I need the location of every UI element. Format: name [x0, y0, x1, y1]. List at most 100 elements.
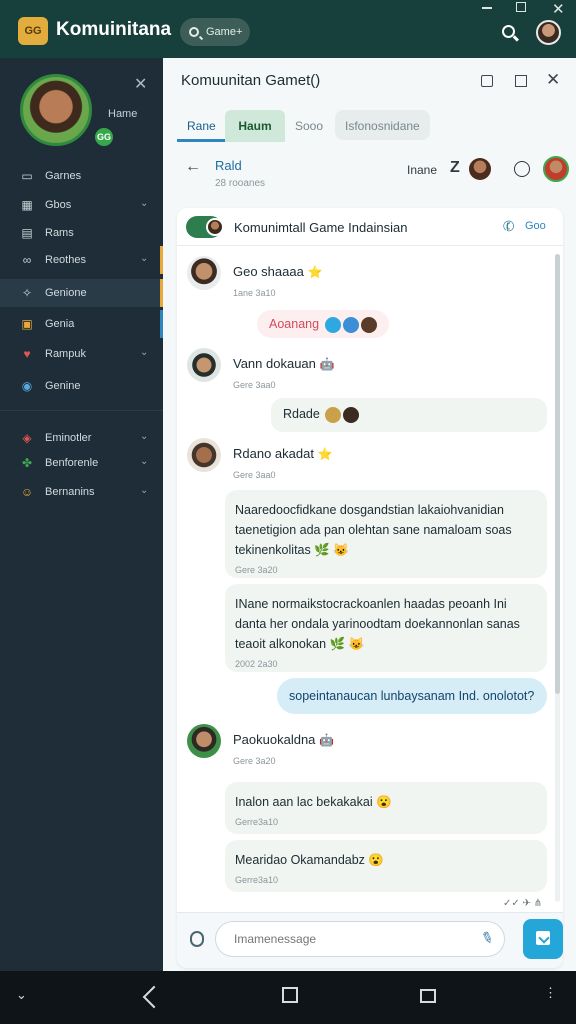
- recent-apps-icon[interactable]: [420, 989, 436, 1003]
- back-nav-icon[interactable]: [142, 985, 166, 1009]
- sender-name: Paokuokaldna: [233, 732, 316, 747]
- message-input[interactable]: [215, 921, 505, 957]
- message-time: 2002 2a30: [235, 659, 278, 669]
- group-call-label[interactable]: Goo: [525, 220, 546, 232]
- search-icon[interactable]: [502, 25, 515, 38]
- heart-icon: ♥: [23, 347, 31, 361]
- avatar[interactable]: [187, 348, 221, 382]
- member-avatar[interactable]: [469, 158, 491, 180]
- message-time: Gere 3aa0: [233, 380, 276, 390]
- emoji-icon[interactable]: [514, 161, 530, 177]
- header-letter[interactable]: Z: [450, 159, 460, 177]
- divider: [0, 410, 163, 411]
- sidebar-item-rams[interactable]: ▤ Rams: [0, 219, 163, 247]
- gamepad-icon: ▭: [21, 169, 33, 183]
- close-button[interactable]: ✕: [552, 0, 565, 18]
- message-sender: Vann dokauan 🤖: [233, 356, 334, 371]
- header-label[interactable]: Inane: [407, 163, 437, 177]
- title-bar: GG Komuinitana Game+ ✕: [0, 0, 576, 58]
- app-title: Komuinitana: [56, 19, 172, 40]
- avatar[interactable]: [187, 724, 221, 758]
- keyboard-icon[interactable]: ⌄: [16, 987, 27, 1003]
- window-minimize-button[interactable]: [481, 75, 493, 87]
- group-name: Komunimtall Game Indainsian: [234, 220, 408, 235]
- chat-header: ← Rald 28 rooanes Inane Z: [177, 148, 575, 202]
- scrollbar-thumb[interactable]: [555, 254, 560, 694]
- sidebar-item-genine[interactable]: ◉ Genine: [0, 372, 163, 400]
- message-time: 1ane 3a10: [233, 288, 276, 298]
- search-icon: [189, 27, 199, 37]
- back-arrow-icon[interactable]: ←: [185, 158, 201, 176]
- system-nav-bar: ⌄ ⋮: [0, 971, 576, 1024]
- message-sender: Paokuokaldna 🤖: [233, 732, 334, 747]
- chat-window: Komuunitan Gamet() ✕ Rane Haum Sooo Isfo…: [163, 58, 576, 971]
- chip-label: Aoanang: [269, 317, 320, 331]
- send-button[interactable]: [523, 919, 563, 959]
- sidebar-item-garnes[interactable]: ▭ Garnes: [0, 162, 163, 190]
- sidebar-item-label: Bernanins: [45, 486, 95, 498]
- search-chip[interactable]: Game+: [180, 18, 250, 46]
- tab-sooo[interactable]: Sooo: [285, 110, 333, 142]
- avatar[interactable]: [187, 256, 221, 290]
- chevron-down-icon: ⌄: [140, 456, 149, 467]
- chat-area: Komunimtall Game Indainsian ✆ Goo Geo sh…: [177, 208, 563, 968]
- sidebar-item-label: Benforenle: [45, 457, 99, 469]
- sidebar-item-genia[interactable]: ▣ Genia: [0, 310, 163, 338]
- scrollbar[interactable]: [555, 254, 560, 902]
- reaction-avatar: [325, 406, 342, 423]
- sidebar-item-reothes[interactable]: ∞ Reothes ⌄: [0, 246, 163, 274]
- composer: ✎: [177, 912, 563, 968]
- sidebar-item-bernanins[interactable]: ☺ Bernanins ⌄: [0, 478, 163, 506]
- online-badge: GG: [95, 128, 113, 146]
- sender-name: Vann dokauan: [233, 356, 316, 371]
- sidebar-item-gbos[interactable]: ▦ Gbos ⌄: [0, 191, 163, 219]
- message-bubble[interactable]: Mearidao Okamandabz 😮 Gerre3a10: [225, 840, 547, 892]
- sidebar-close-icon[interactable]: ✕: [134, 74, 147, 94]
- chevron-down-icon: ⌄: [140, 198, 149, 209]
- sidebar-item-label: Rampuk: [45, 348, 86, 360]
- robot-icon: 🤖: [319, 733, 334, 747]
- mask-icon: ◈: [22, 431, 32, 445]
- sidebar-item-label: Genine: [45, 380, 81, 392]
- attach-icon[interactable]: [190, 931, 204, 947]
- message-text: Mearidao Okamandabz 😮: [235, 853, 384, 867]
- profile-avatar[interactable]: [20, 74, 92, 146]
- tab-haum[interactable]: Haum: [225, 110, 285, 142]
- menu-icon[interactable]: ⋮: [544, 985, 557, 1001]
- sidebar-item-eminotler[interactable]: ◈ Eminotler ⌄: [0, 424, 163, 452]
- message-bubble[interactable]: Rdade: [271, 398, 547, 432]
- minimize-button[interactable]: [482, 7, 492, 9]
- home-nav-icon[interactable]: [282, 987, 298, 1003]
- phone-icon[interactable]: ✆: [500, 217, 517, 237]
- sidebar-item-label: Gbos: [45, 199, 72, 211]
- reaction-chip[interactable]: Aoanang: [257, 310, 389, 338]
- chevron-down-icon: ⌄: [140, 253, 149, 264]
- avatar[interactable]: [187, 438, 221, 472]
- message-bubble[interactable]: INane normaikstocrackoanlen haadas peoan…: [225, 584, 547, 672]
- sender-name: Rdano akadat: [233, 446, 314, 461]
- clover-icon: ✤: [21, 456, 33, 470]
- sidebar-item-genione[interactable]: ✧ Genione: [0, 279, 163, 307]
- tab-rane[interactable]: Rane: [177, 110, 226, 142]
- sidebar-item-rampuk[interactable]: ♥ Rampuk ⌄: [0, 340, 163, 368]
- chevron-down-icon: ⌄: [140, 485, 149, 496]
- sidebar-item-benforenle[interactable]: ✤ Benforenle ⌄: [0, 449, 163, 477]
- message-text: Naaredoocfidkane dosgandstian lakaiohvan…: [235, 503, 512, 557]
- sidebar-item-label: Genia: [45, 318, 75, 330]
- member-avatar[interactable]: [543, 156, 569, 182]
- user-avatar[interactable]: [536, 20, 561, 45]
- message-bubble[interactable]: Naaredoocfidkane dosgandstian lakaiohvan…: [225, 490, 547, 578]
- message-text: sopeintanaucan lunbaysanam Ind. onolotot…: [289, 689, 535, 703]
- chevron-down-icon: ⌄: [140, 431, 149, 442]
- message-bubble[interactable]: Inalon aan lac bekakakai 😮 Gerre3a10: [225, 782, 547, 834]
- tab-isfonosnidane[interactable]: Isfonosnidane: [335, 110, 430, 140]
- sparkle-icon: ✧: [21, 286, 33, 300]
- grid-icon: ▤: [21, 226, 33, 240]
- outgoing-message[interactable]: sopeintanaucan lunbaysanam Ind. onolotot…: [277, 678, 547, 714]
- maximize-button[interactable]: [516, 2, 526, 12]
- message-text: Rdade: [283, 407, 320, 421]
- window-title: Komuunitan Gamet(): [181, 72, 321, 89]
- window-close-button[interactable]: ✕: [546, 70, 560, 90]
- window-maximize-button[interactable]: [515, 75, 527, 87]
- sidebar-item-label: Genione: [45, 287, 87, 299]
